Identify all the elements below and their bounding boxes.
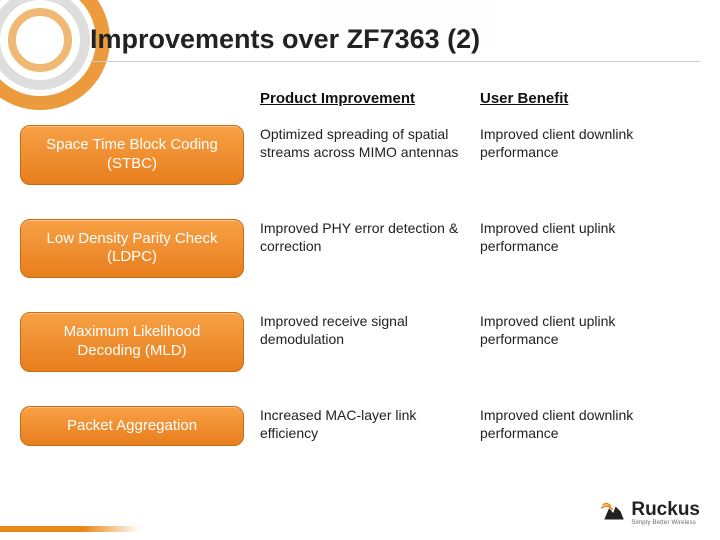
feature-pill-packet-aggregation: Packet Aggregation <box>20 406 244 447</box>
title-bar: Improvements over ZF7363 (2) <box>90 24 700 62</box>
ruckus-dog-icon <box>601 500 627 526</box>
slide-title: Improvements over ZF7363 (2) <box>90 24 700 62</box>
benefit-text: Improved client uplink performance <box>480 219 690 255</box>
footer: Ruckus Simply Better Wireless <box>16 482 704 532</box>
logo-tagline: Simply Better Wireless <box>631 520 700 526</box>
improvement-text: Optimized spreading of spatial streams a… <box>260 125 480 161</box>
col-header-improvement: Product Improvement <box>260 90 480 107</box>
improvement-text: Increased MAC-layer link efficiency <box>260 406 480 442</box>
table-row: Space Time Block Coding (STBC) Optimized… <box>20 125 700 185</box>
table-row: Packet Aggregation Increased MAC-layer l… <box>20 406 700 447</box>
col-header-benefit: User Benefit <box>480 90 690 107</box>
feature-pill-ldpc: Low Density Parity Check (LDPC) <box>20 219 244 279</box>
improvement-text: Improved PHY error detection & correctio… <box>260 219 480 255</box>
improvement-text: Improved receive signal demodulation <box>260 312 480 348</box>
table-row: Maximum Likelihood Decoding (MLD) Improv… <box>20 312 700 372</box>
table-row: Low Density Parity Check (LDPC) Improved… <box>20 219 700 279</box>
benefit-text: Improved client uplink performance <box>480 312 690 348</box>
benefit-text: Improved client downlink performance <box>480 406 690 442</box>
feature-pill-mld: Maximum Likelihood Decoding (MLD) <box>20 312 244 372</box>
brand-logo: Ruckus Simply Better Wireless <box>601 500 700 526</box>
footer-accent-bar <box>0 526 140 532</box>
feature-table: Product Improvement User Benefit Space T… <box>20 90 700 480</box>
logo-text: Ruckus <box>631 500 700 519</box>
table-header-row: Product Improvement User Benefit <box>20 90 700 107</box>
benefit-text: Improved client downlink performance <box>480 125 690 161</box>
feature-pill-stbc: Space Time Block Coding (STBC) <box>20 125 244 185</box>
